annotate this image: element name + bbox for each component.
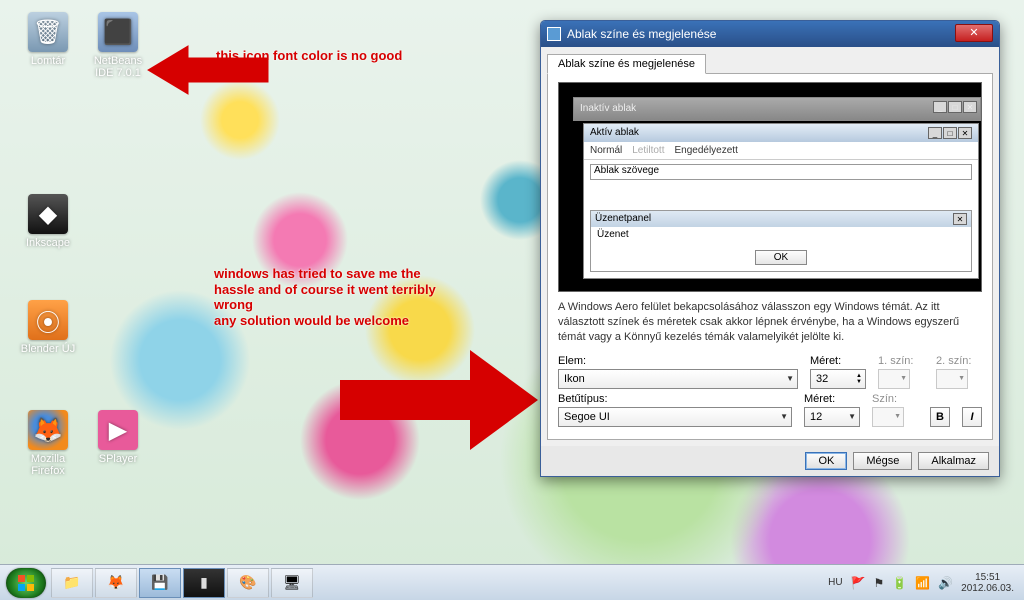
swatch-color1[interactable]: ▼ — [878, 369, 910, 389]
label-meret: Méret: — [810, 355, 866, 367]
preview-menu: Normál Letiltott Engedélyezett — [584, 142, 978, 160]
label-elem: Elem: — [558, 355, 798, 367]
label-meret-font: Méret: — [804, 393, 860, 405]
dialog-title: Ablak színe és megjelenése — [567, 27, 716, 41]
dropdown-font-value: Segoe UI — [564, 411, 610, 423]
label-color1: 1. szín: — [878, 355, 924, 367]
spinner-elem-size[interactable]: 32 ▲▼ — [810, 369, 866, 389]
label-color2: 2. szín: — [936, 355, 982, 367]
preview-window-controls: _□✕ — [932, 101, 977, 113]
desktop-icon-label: NetBeans IDE 7.0.1 — [94, 55, 142, 79]
blender-icon: ⦿ — [28, 300, 68, 340]
preview-menu-normal: Normál — [590, 145, 622, 156]
dialog-tabbar: Ablak színe és megjelenése — [541, 47, 999, 73]
desktop-icon-netbeans[interactable]: ⬛ NetBeans IDE 7.0.1 — [84, 12, 152, 79]
action-center-icon[interactable]: ⚑ — [874, 576, 885, 590]
annotation-arrow-top — [148, 40, 276, 117]
taskbar: 📁 🦊 💾 ▮ 🎨 🖥 HU 🚩 ⚑ 🔋 📶 🔊 15:51 2012.06.0… — [0, 564, 1024, 600]
firefox-icon: 🦊 — [28, 410, 68, 450]
preview-menu-disabled: Letiltott — [632, 145, 664, 156]
preview-message-titlebar: Üzenetpanel ✕ — [591, 211, 971, 227]
annotation-arrow-middle — [340, 350, 540, 475]
desktop-icon-blender[interactable]: ⦿ Blender ÚJ — [14, 300, 82, 355]
dropdown-elem[interactable]: Ikon ▼ — [558, 369, 798, 389]
close-button[interactable]: ✕ — [955, 24, 993, 42]
taskbar-firefox[interactable]: 🦊 — [95, 568, 137, 598]
network-icon[interactable]: 📶 — [915, 576, 930, 590]
desktop-icon-label: Mozilla Firefox — [31, 453, 65, 477]
appearance-dialog: Ablak színe és megjelenése ✕ Ablak színe… — [540, 20, 1000, 477]
clock-date: 2012.06.03. — [961, 583, 1014, 594]
chevron-down-icon: ▼ — [786, 374, 794, 383]
dialog-description: A Windows Aero felület bekapcsolásához v… — [558, 300, 982, 345]
chevron-down-icon: ▼ — [780, 412, 788, 421]
taskbar-explorer[interactable]: 📁 — [51, 568, 93, 598]
desktop-icon-label: Lomtár — [31, 55, 65, 67]
bold-button[interactable]: B — [930, 407, 950, 427]
preview-message-body: Üzenet — [591, 227, 971, 246]
swatch-font-color[interactable]: ▼ — [872, 407, 904, 427]
dropdown-elem-value: Ikon — [564, 373, 585, 385]
preview-active-titlebar: Aktív ablak _□✕ — [584, 124, 978, 142]
apply-button[interactable]: Alkalmaz — [918, 452, 989, 470]
taskbar-display[interactable]: 🖥 — [271, 568, 313, 598]
label-szin: Szín: — [872, 393, 918, 405]
font-size-value: 12 — [810, 411, 822, 423]
tab-appearance[interactable]: Ablak színe és megjelenése — [547, 54, 706, 74]
dialog-button-bar: OK Mégse Alkalmaz — [541, 446, 999, 476]
preview-message-box: Üzenetpanel ✕ Üzenet OK — [590, 210, 972, 272]
desktop-icon-label: SPlayer — [99, 453, 138, 465]
dialog-titlebar[interactable]: Ablak színe és megjelenése ✕ — [541, 21, 999, 47]
volume-icon[interactable]: 🔊 — [938, 576, 953, 590]
start-button[interactable] — [6, 568, 46, 598]
windows-logo-icon — [17, 574, 35, 592]
window-icon — [547, 27, 561, 41]
taskbar-save-app[interactable]: 💾 — [139, 568, 181, 598]
preview-ok-button[interactable]: OK — [755, 250, 807, 265]
desktop-icon-label: Blender ÚJ — [21, 343, 75, 355]
splayer-icon: ▶ — [98, 410, 138, 450]
dropdown-font[interactable]: Segoe UI ▼ — [558, 407, 792, 427]
system-tray: HU 🚩 ⚑ 🔋 📶 🔊 15:51 2012.06.03. — [820, 572, 1022, 594]
clock-time: 15:51 — [961, 572, 1014, 583]
row-font: Betűtípus: Segoe UI ▼ Méret: 12 ▼ Szín: … — [558, 393, 982, 427]
preview-window-text: Ablak szövege — [590, 164, 972, 180]
preview-message-title: Üzenetpanel — [595, 213, 651, 225]
desktop-icon-recycle-bin[interactable]: 🗑 Lomtár — [14, 12, 82, 67]
desktop-icon-label: Inkscape — [26, 237, 70, 249]
flag-icon[interactable]: 🚩 — [851, 576, 866, 590]
desktop-icon-firefox[interactable]: 🦊 Mozilla Firefox — [14, 410, 82, 477]
spinner-buttons[interactable]: ▲▼ — [856, 373, 862, 385]
row-element: Elem: Ikon ▼ Méret: 32 ▲▼ 1. szín: ▼ 2. … — [558, 355, 982, 389]
taskbar-clock[interactable]: 15:51 2012.06.03. — [961, 572, 1014, 594]
preview-window-controls: ✕ — [952, 213, 967, 225]
inkscape-icon: ◆ — [28, 194, 68, 234]
label-betutipus: Betűtípus: — [558, 393, 792, 405]
swatch-color2[interactable]: ▼ — [936, 369, 968, 389]
dropdown-font-size[interactable]: 12 ▼ — [804, 407, 860, 427]
desktop-icon-inkscape[interactable]: ◆ Inkscape — [14, 194, 82, 249]
battery-icon[interactable]: 🔋 — [892, 576, 907, 590]
desktop-icon-splayer[interactable]: ▶ SPlayer — [84, 410, 152, 465]
preview-pane: Inaktív ablak _□✕ Aktív ablak _□✕ Normál… — [558, 82, 982, 292]
preview-inactive-window[interactable]: Inaktív ablak _□✕ — [573, 97, 981, 121]
annotation-middle-text: windows has tried to save me the hassle … — [214, 266, 444, 328]
dialog-body: Inaktív ablak _□✕ Aktív ablak _□✕ Normál… — [547, 73, 993, 440]
netbeans-icon: ⬛ — [98, 12, 138, 52]
language-indicator[interactable]: HU — [828, 577, 842, 588]
recycle-bin-icon: 🗑 — [28, 12, 68, 52]
cancel-button[interactable]: Mégse — [853, 452, 912, 470]
ok-button[interactable]: OK — [805, 452, 847, 470]
spinner-elem-size-value: 32 — [816, 373, 828, 385]
preview-window-controls: _□✕ — [927, 127, 972, 139]
italic-button[interactable]: I — [962, 407, 982, 427]
taskbar-paint[interactable]: 🎨 — [227, 568, 269, 598]
preview-inactive-title: Inaktív ablak — [580, 103, 636, 114]
preview-active-window[interactable]: Aktív ablak _□✕ Normál Letiltott Engedél… — [583, 123, 979, 279]
taskbar-cmd[interactable]: ▮ — [183, 568, 225, 598]
preview-menu-enabled: Engedélyezett — [674, 145, 737, 156]
chevron-down-icon: ▼ — [848, 412, 856, 421]
preview-active-title: Aktív ablak — [590, 127, 639, 139]
